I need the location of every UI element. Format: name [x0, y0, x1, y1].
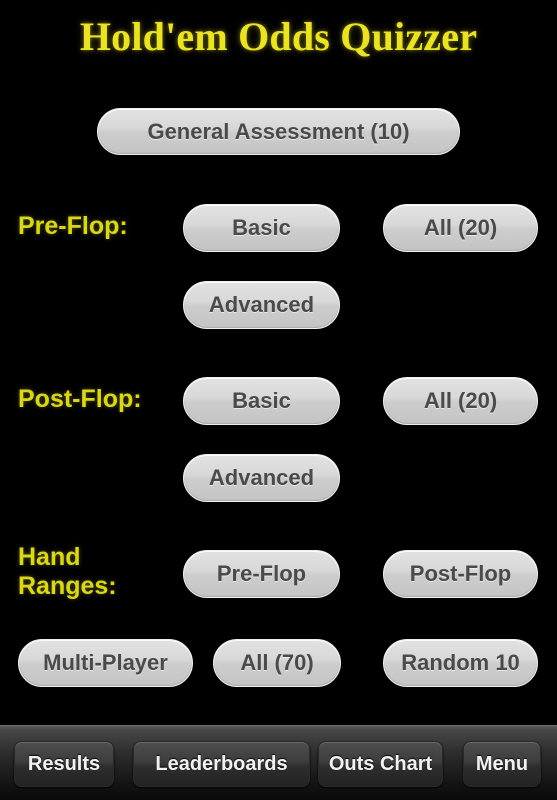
random-10-button[interactable]: Random 10: [383, 639, 538, 687]
toolbar-item-leaderboards[interactable]: Leaderboards: [133, 741, 310, 787]
hand-ranges-post-flop-button[interactable]: Post-Flop: [383, 550, 538, 598]
app-root: Hold'em Odds Quizzer General Assessment …: [0, 0, 557, 800]
section-label-pre-flop: Pre-Flop:: [18, 212, 128, 240]
post-flop-advanced-button[interactable]: Advanced: [183, 454, 340, 502]
pre-flop-all-button[interactable]: All (20): [383, 204, 538, 252]
section-label-post-flop: Post-Flop:: [18, 385, 142, 413]
bottom-toolbar: Results Leaderboards Outs Chart Menu: [0, 725, 557, 800]
pre-flop-advanced-button[interactable]: Advanced: [183, 281, 340, 329]
pre-flop-basic-button[interactable]: Basic: [183, 204, 340, 252]
toolbar-item-results[interactable]: Results: [14, 741, 114, 787]
post-flop-basic-button[interactable]: Basic: [183, 377, 340, 425]
hand-ranges-pre-flop-button[interactable]: Pre-Flop: [183, 550, 340, 598]
toolbar-item-outs-chart[interactable]: Outs Chart: [318, 741, 443, 787]
page-title: Hold'em Odds Quizzer: [79, 14, 478, 59]
all-70-button[interactable]: All (70): [213, 639, 341, 687]
post-flop-all-button[interactable]: All (20): [383, 377, 538, 425]
toolbar-item-menu[interactable]: Menu: [463, 741, 541, 787]
general-assessment-button[interactable]: General Assessment (10): [97, 108, 460, 155]
multi-player-button[interactable]: Multi-Player: [18, 639, 193, 687]
section-label-hand-ranges: Hand Ranges:: [18, 543, 117, 600]
